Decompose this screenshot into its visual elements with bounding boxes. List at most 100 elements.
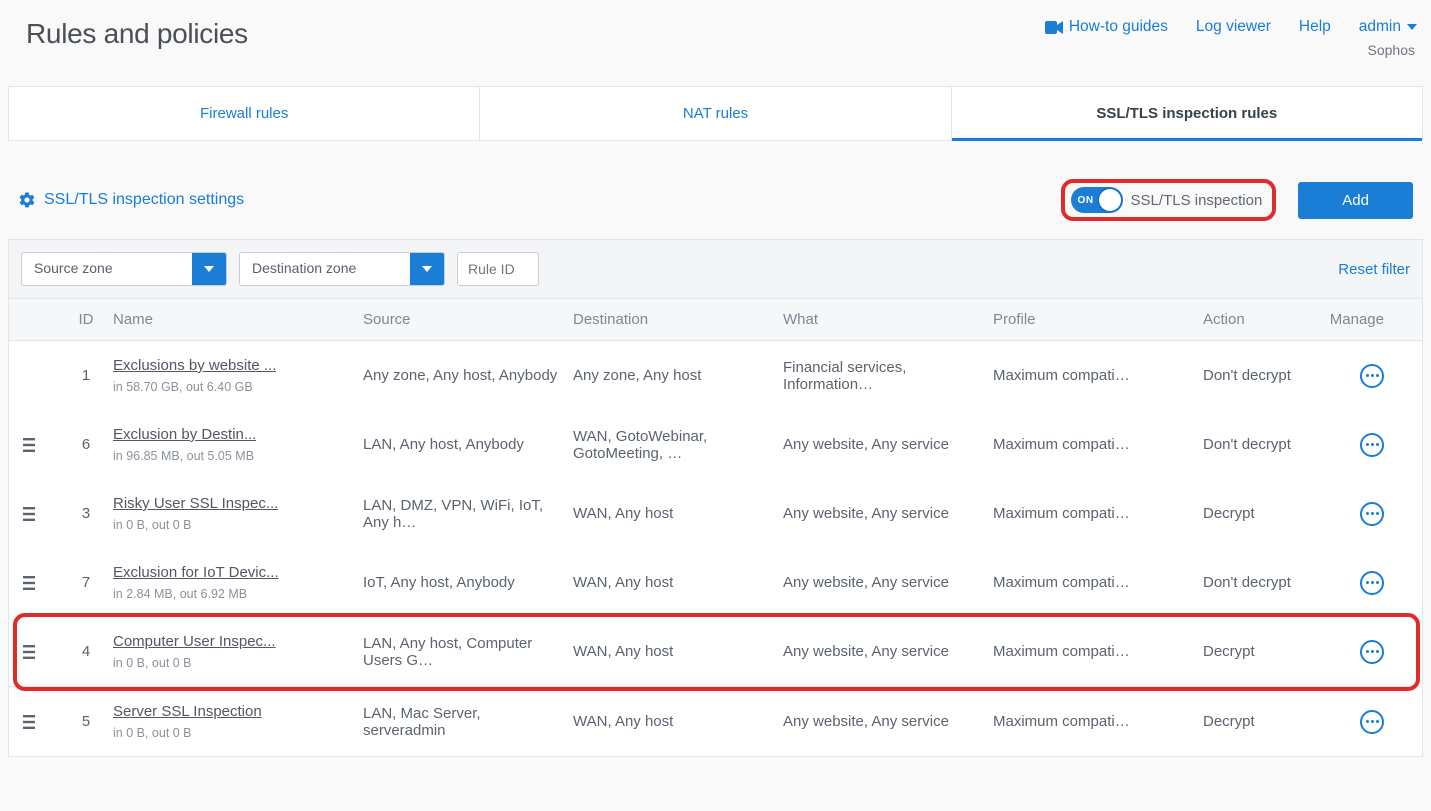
video-icon <box>1045 21 1063 34</box>
col-id: ID <box>59 311 113 328</box>
reset-filter-link[interactable]: Reset filter <box>1338 261 1410 278</box>
manage-button[interactable] <box>1360 640 1384 664</box>
rule-id: 6 <box>59 436 113 453</box>
filter-bar: Source zone Destination zone Reset filte… <box>9 240 1422 299</box>
rule-action: Don't decrypt <box>1203 574 1323 591</box>
toggle-label: SSL/TLS inspection <box>1131 192 1263 209</box>
toggle-knob <box>1099 189 1121 211</box>
rule-traffic-label: in 96.85 MB, out 5.05 MB <box>113 449 353 463</box>
page-header: Rules and policies How-to guides Log vie… <box>8 10 1423 86</box>
rule-name-link[interactable]: Exclusion by Destin... <box>113 426 256 443</box>
rule-traffic-label: in 0 B, out 0 B <box>113 518 353 532</box>
caret-down-icon <box>410 253 444 285</box>
company-label: Sophos <box>1045 42 1417 58</box>
manage-button[interactable] <box>1360 710 1384 734</box>
user-menu[interactable]: admin <box>1359 18 1417 36</box>
manage-button[interactable] <box>1360 364 1384 388</box>
rule-name-link[interactable]: Computer User Inspec... <box>113 633 276 650</box>
rule-source: LAN, DMZ, VPN, WiFi, IoT, Any h… <box>363 497 573 531</box>
rule-name-link[interactable]: Risky User SSL Inspec... <box>113 495 278 512</box>
rule-source: LAN, Mac Server, serveradmin <box>363 705 573 739</box>
howto-guides-link[interactable]: How-to guides <box>1045 18 1168 36</box>
tab-firewall-rules[interactable]: Firewall rules <box>9 87 480 140</box>
rule-what: Any website, Any service <box>783 713 993 730</box>
add-button[interactable]: Add <box>1298 182 1413 219</box>
rule-id-input[interactable] <box>457 252 539 286</box>
rule-id: 3 <box>59 505 113 522</box>
tab-ssl-tls-inspection-rules[interactable]: SSL/TLS inspection rules <box>952 87 1422 140</box>
col-destination: Destination <box>573 311 783 328</box>
drag-handle-icon[interactable] <box>23 715 59 729</box>
rule-profile: Maximum compati… <box>993 713 1203 730</box>
rule-action: Decrypt <box>1203 713 1323 730</box>
log-viewer-link[interactable]: Log viewer <box>1196 18 1271 36</box>
rule-what: Financial services, Information… <box>783 359 993 393</box>
rule-traffic-label: in 0 B, out 0 B <box>113 726 353 740</box>
rule-what: Any website, Any service <box>783 436 993 453</box>
caret-down-icon <box>1407 24 1417 30</box>
rule-what: Any website, Any service <box>783 505 993 522</box>
col-name: Name <box>113 311 363 328</box>
manage-button[interactable] <box>1360 571 1384 595</box>
rule-source: Any zone, Any host, Anybody <box>363 367 573 384</box>
table-header: ID Name Source Destination What Profile … <box>9 299 1422 341</box>
col-source: Source <box>363 311 573 328</box>
rule-profile: Maximum compati… <box>993 574 1203 591</box>
rule-traffic-label: in 2.84 MB, out 6.92 MB <box>113 587 353 601</box>
rule-what: Any website, Any service <box>783 574 993 591</box>
col-profile: Profile <box>993 311 1203 328</box>
rule-name-link[interactable]: Exclusions by website ... <box>113 357 276 374</box>
table-row: 5Server SSL Inspection in 0 B, out 0 B LAN… <box>9 687 1422 756</box>
rule-action: Don't decrypt <box>1203 367 1323 384</box>
rule-action: Decrypt <box>1203 643 1323 660</box>
table-row: 7Exclusion for IoT Devic... in 2.84 MB, o… <box>9 548 1422 617</box>
rule-profile: Maximum compati… <box>993 505 1203 522</box>
rule-destination: WAN, GotoWebinar, GotoMeeting, … <box>573 428 783 462</box>
rule-profile: Maximum compati… <box>993 436 1203 453</box>
drag-handle-icon[interactable] <box>23 576 59 590</box>
rule-destination: WAN, Any host <box>573 643 783 660</box>
drag-handle-icon[interactable] <box>23 438 59 452</box>
table-row: 1Exclusions by website ...in 58.70 GB, o… <box>9 341 1422 410</box>
col-what: What <box>783 311 993 328</box>
manage-button[interactable] <box>1360 502 1384 526</box>
tabs: Firewall rules NAT rules SSL/TLS inspect… <box>8 86 1423 141</box>
rule-destination: WAN, Any host <box>573 574 783 591</box>
source-zone-select[interactable]: Source zone <box>21 252 227 286</box>
rule-id: 5 <box>59 713 113 730</box>
rule-traffic-label: in 0 B, out 0 B <box>113 656 353 670</box>
rule-destination: WAN, Any host <box>573 505 783 522</box>
rules-panel: Source zone Destination zone Reset filte… <box>8 239 1423 757</box>
table-row: 6Exclusion by Destin... in 96.85 MB, out … <box>9 410 1422 479</box>
rule-name-link[interactable]: Exclusion for IoT Devic... <box>113 564 279 581</box>
ssl-tls-inspection-toggle[interactable]: ON <box>1071 187 1123 213</box>
rule-action: Decrypt <box>1203 505 1323 522</box>
highlight-ssl-toggle: ON SSL/TLS inspection <box>1061 179 1277 221</box>
help-link[interactable]: Help <box>1299 18 1331 36</box>
drag-handle-icon[interactable] <box>23 507 59 521</box>
rule-source: LAN, Any host, Computer Users G… <box>363 635 573 669</box>
rule-source: IoT, Any host, Anybody <box>363 574 573 591</box>
rule-name-link[interactable]: Server SSL Inspection <box>113 703 262 720</box>
rows-container: 1Exclusions by website ...in 58.70 GB, o… <box>9 341 1422 756</box>
gear-icon <box>18 191 36 209</box>
col-manage: Manage <box>1323 311 1408 328</box>
manage-button[interactable] <box>1360 433 1384 457</box>
destination-zone-select[interactable]: Destination zone <box>239 252 445 286</box>
rule-id: 4 <box>59 643 113 660</box>
rule-source: LAN, Any host, Anybody <box>363 436 573 453</box>
rule-destination: Any zone, Any host <box>573 367 783 384</box>
rule-what: Any website, Any service <box>783 643 993 660</box>
page-title: Rules and policies <box>26 18 248 50</box>
col-action: Action <box>1203 311 1323 328</box>
table-row: 3Risky User SSL Inspec... in 0 B, out 0 B… <box>9 479 1422 548</box>
toolbar: SSL/TLS inspection settings ON SSL/TLS i… <box>8 141 1423 229</box>
drag-handle-icon[interactable] <box>23 645 59 659</box>
rule-id: 7 <box>59 574 113 591</box>
rule-action: Don't decrypt <box>1203 436 1323 453</box>
ssl-tls-inspection-settings-link[interactable]: SSL/TLS inspection settings <box>18 191 244 209</box>
table-row: 4Computer User Inspec... in 0 B, out 0 B L… <box>9 617 1422 687</box>
tab-nat-rules[interactable]: NAT rules <box>480 87 951 140</box>
rule-profile: Maximum compati… <box>993 367 1203 384</box>
rule-traffic-label: in 58.70 GB, out 6.40 GB <box>113 380 353 394</box>
